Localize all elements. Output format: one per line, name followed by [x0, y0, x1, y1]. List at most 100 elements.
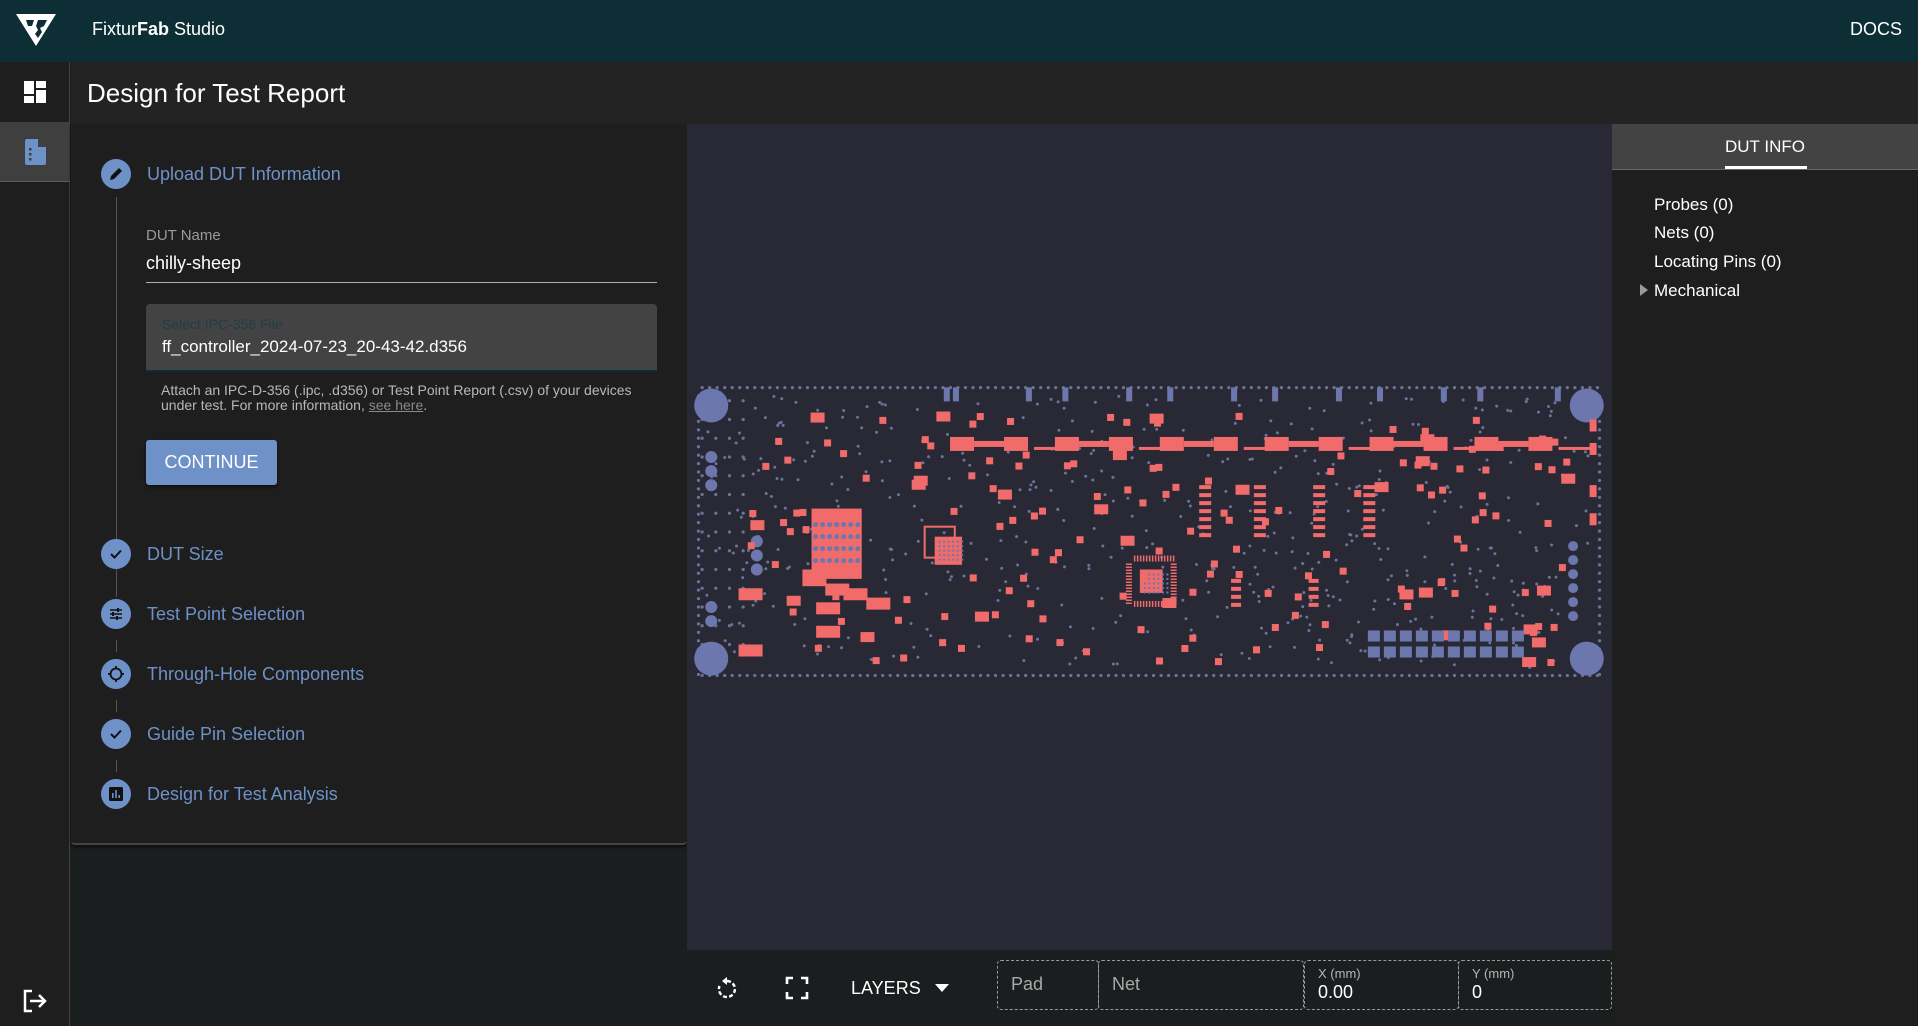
- via: [1142, 427, 1146, 431]
- net-field[interactable]: Net: [1098, 960, 1304, 1010]
- via: [1537, 631, 1541, 635]
- rail-item-dashboard[interactable]: [0, 62, 70, 122]
- rail-item-report[interactable]: [0, 122, 70, 182]
- tree-item-locating-pins[interactable]: Locating Pins (0): [1654, 252, 1782, 272]
- smd-pad: [1456, 465, 1464, 473]
- bga-ball: [813, 534, 819, 540]
- smd-pad: [1225, 516, 1233, 524]
- expand-caret-icon[interactable]: [1640, 284, 1648, 296]
- via: [1151, 542, 1155, 546]
- edge-pad: [1589, 513, 1597, 526]
- via: [714, 549, 718, 553]
- via: [1294, 673, 1299, 678]
- via: [1543, 386, 1547, 390]
- step-design-for-test-analysis[interactable]: Design for Test Analysis: [101, 779, 338, 809]
- via: [1460, 673, 1464, 678]
- smd-pad: [1112, 450, 1127, 461]
- ic-pin: [1142, 600, 1145, 607]
- via: [1317, 560, 1321, 564]
- pcb-viewer-canvas[interactable]: [687, 124, 1612, 950]
- via: [745, 386, 749, 390]
- soic-pin: [1199, 517, 1212, 522]
- via: [1363, 649, 1367, 653]
- soic-pin: [1313, 493, 1326, 498]
- ic-thermal-via: [1143, 582, 1146, 585]
- via: [731, 551, 735, 555]
- step-dut-size[interactable]: DUT Size: [101, 539, 224, 569]
- ic-pin: [1157, 555, 1160, 562]
- smd-pad: [936, 411, 951, 422]
- logout-button[interactable]: [20, 986, 50, 1016]
- via: [1187, 499, 1191, 503]
- step-test-point-selection[interactable]: Test Point Selection: [101, 599, 305, 629]
- tree-item-probes[interactable]: Probes (0): [1654, 195, 1733, 215]
- tree-item-nets[interactable]: Nets (0): [1654, 223, 1714, 243]
- ic-thermal-via: [1152, 573, 1155, 576]
- via: [1114, 673, 1118, 678]
- via: [1445, 673, 1449, 678]
- via: [696, 512, 701, 516]
- via: [1068, 625, 1072, 629]
- via: [1495, 404, 1499, 408]
- via: [968, 463, 972, 467]
- via: [1404, 397, 1408, 401]
- ic-pin: [1125, 578, 1132, 580]
- soic-pin: [1308, 602, 1319, 607]
- via: [948, 673, 953, 678]
- smd-pad: [969, 574, 977, 582]
- via: [1306, 552, 1310, 556]
- pcb-render[interactable]: [687, 124, 1612, 950]
- fixturfab-logo-icon[interactable]: [14, 12, 58, 48]
- dut-name-input[interactable]: [146, 248, 656, 278]
- via: [1091, 626, 1095, 630]
- layers-dropdown[interactable]: LAYERS: [851, 972, 949, 1004]
- via: [1597, 537, 1602, 542]
- via: [1444, 587, 1448, 591]
- via: [1474, 406, 1478, 410]
- via: [1355, 673, 1359, 678]
- via: [1485, 592, 1489, 596]
- via: [723, 386, 727, 390]
- via: [1308, 623, 1312, 627]
- smd-pad: [1107, 413, 1115, 421]
- tab-dut-info[interactable]: DUT INFO: [1725, 137, 1805, 157]
- connector-pad: [1477, 387, 1484, 402]
- y-mm-field[interactable]: Y (mm) 0: [1458, 960, 1612, 1010]
- tree-item-mechanical[interactable]: Mechanical: [1654, 281, 1740, 301]
- smd-pad: [1492, 512, 1500, 520]
- fit-screen-button[interactable]: [781, 972, 813, 1004]
- connector-pad: [1463, 630, 1476, 642]
- soic-pin: [1363, 517, 1376, 522]
- docs-link[interactable]: DOCS: [1850, 19, 1902, 40]
- x-mm-field[interactable]: X (mm) 0.00: [1304, 960, 1459, 1010]
- via: [912, 645, 916, 649]
- via: [1056, 400, 1060, 404]
- via: [1437, 386, 1442, 390]
- ic-thermal-via: [943, 545, 946, 548]
- via: [1496, 564, 1500, 568]
- bga-ball: [834, 546, 840, 552]
- see-here-link[interactable]: see here: [369, 397, 423, 413]
- reset-view-button[interactable]: [711, 972, 743, 1004]
- step-upload-dut-information[interactable]: Upload DUT Information: [101, 159, 341, 189]
- via: [1070, 419, 1074, 423]
- soic-pin: [1313, 533, 1326, 538]
- continue-button[interactable]: CONTINUE: [146, 440, 277, 485]
- smd-pad: [1172, 483, 1180, 491]
- ipc-file-select[interactable]: Select IPC-356 File ff_controller_2024-0…: [146, 304, 657, 372]
- via: [1288, 511, 1292, 515]
- via: [1031, 386, 1035, 390]
- capacitor-pad: [738, 588, 763, 601]
- step-guide-pin-selection[interactable]: Guide Pin Selection: [101, 719, 305, 749]
- via: [909, 621, 913, 625]
- ic-thermal-via: [943, 558, 946, 561]
- via: [696, 529, 701, 533]
- smd-pad: [1210, 560, 1218, 568]
- ic-pin: [1170, 563, 1177, 565]
- via: [1068, 662, 1072, 666]
- step-through-hole-components[interactable]: Through-Hole Components: [101, 659, 364, 689]
- via: [881, 673, 885, 678]
- via: [1345, 580, 1349, 584]
- pad-field[interactable]: Pad: [997, 960, 1099, 1010]
- through-hole: [1568, 541, 1579, 552]
